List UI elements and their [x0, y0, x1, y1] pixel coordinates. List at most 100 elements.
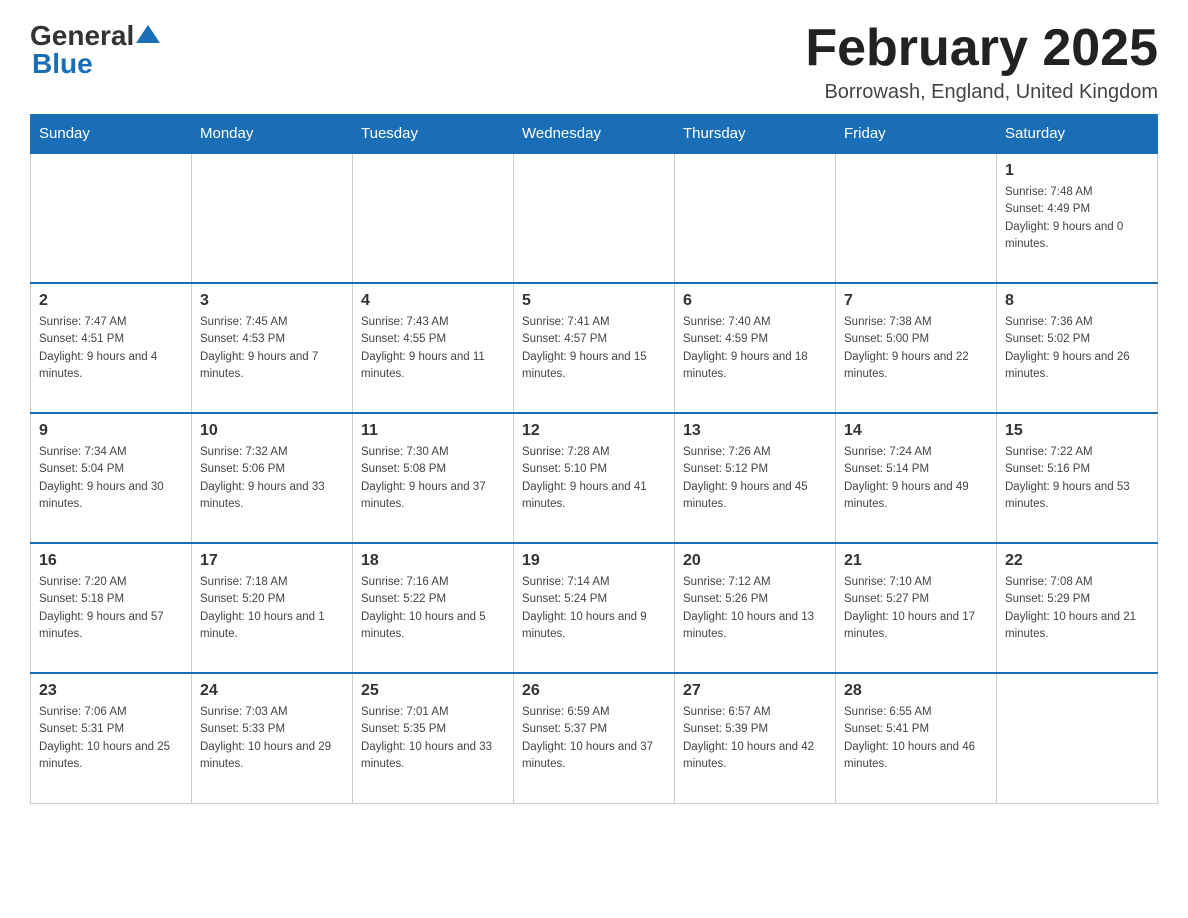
day-number: 3	[200, 292, 344, 310]
day-info: Sunrise: 7:26 AM Sunset: 5:12 PM Dayligh…	[683, 444, 827, 513]
day-info: Sunrise: 7:47 AM Sunset: 4:51 PM Dayligh…	[39, 314, 183, 383]
day-number: 11	[361, 422, 505, 440]
day-info: Sunrise: 7:18 AM Sunset: 5:20 PM Dayligh…	[200, 574, 344, 643]
location-text: Borrowash, England, United Kingdom	[805, 81, 1158, 104]
header-day-wednesday: Wednesday	[514, 115, 675, 154]
day-info: Sunrise: 7:16 AM Sunset: 5:22 PM Dayligh…	[361, 574, 505, 643]
day-number: 19	[522, 552, 666, 570]
calendar-header-row: SundayMondayTuesdayWednesdayThursdayFrid…	[31, 115, 1158, 154]
calendar-cell: 16 Sunrise: 7:20 AM Sunset: 5:18 PM Dayli…	[31, 543, 192, 673]
day-info: Sunrise: 7:10 AM Sunset: 5:27 PM Dayligh…	[844, 574, 988, 643]
logo-triangle-icon	[136, 25, 160, 43]
day-number: 8	[1005, 292, 1149, 310]
day-info: Sunrise: 7:40 AM Sunset: 4:59 PM Dayligh…	[683, 314, 827, 383]
calendar-cell: 9Sunrise: 7:34 AM Sunset: 5:04 PM Daylig…	[31, 413, 192, 543]
day-number: 15	[1005, 422, 1149, 440]
day-info: Sunrise: 7:36 AM Sunset: 5:02 PM Dayligh…	[1005, 314, 1149, 383]
calendar-cell	[31, 153, 192, 283]
header-day-monday: Monday	[192, 115, 353, 154]
calendar-cell: 11 Sunrise: 7:30 AM Sunset: 5:08 PM Dayli…	[353, 413, 514, 543]
day-number: 26	[522, 682, 666, 700]
calendar-week-row: 23 Sunrise: 7:06 AM Sunset: 5:31 PM Dayli…	[31, 673, 1158, 803]
day-number: 6	[683, 292, 827, 310]
day-info: Sunrise: 7:12 AM Sunset: 5:26 PM Dayligh…	[683, 574, 827, 643]
day-info: Sunrise: 7:20 AM Sunset: 5:18 PM Dayligh…	[39, 574, 183, 643]
day-number: 17	[200, 552, 344, 570]
calendar-cell: 28Sunrise: 6:55 AM Sunset: 5:41 PM Dayli…	[836, 673, 997, 803]
calendar-cell: 2 Sunrise: 7:47 AM Sunset: 4:51 PM Daylig…	[31, 283, 192, 413]
page-header: General Blue February 2025 Borrowash, En…	[30, 20, 1158, 104]
calendar-cell	[675, 153, 836, 283]
calendar-cell: 22 Sunrise: 7:08 AM Sunset: 5:29 PM Dayli…	[997, 543, 1158, 673]
day-info: Sunrise: 7:08 AM Sunset: 5:29 PM Dayligh…	[1005, 574, 1149, 643]
calendar-week-row: 1Sunrise: 7:48 AM Sunset: 4:49 PM Daylig…	[31, 153, 1158, 283]
day-info: Sunrise: 6:59 AM Sunset: 5:37 PM Dayligh…	[522, 704, 666, 773]
day-number: 20	[683, 552, 827, 570]
day-info: Sunrise: 7:24 AM Sunset: 5:14 PM Dayligh…	[844, 444, 988, 513]
day-info: Sunrise: 7:06 AM Sunset: 5:31 PM Dayligh…	[39, 704, 183, 773]
calendar-cell: 23 Sunrise: 7:06 AM Sunset: 5:31 PM Dayli…	[31, 673, 192, 803]
day-number: 25	[361, 682, 505, 700]
day-info: Sunrise: 7:22 AM Sunset: 5:16 PM Dayligh…	[1005, 444, 1149, 513]
day-info: Sunrise: 7:14 AM Sunset: 5:24 PM Dayligh…	[522, 574, 666, 643]
day-info: Sunrise: 7:28 AM Sunset: 5:10 PM Dayligh…	[522, 444, 666, 513]
calendar-cell: 19 Sunrise: 7:14 AM Sunset: 5:24 PM Dayli…	[514, 543, 675, 673]
calendar-cell	[997, 673, 1158, 803]
header-day-friday: Friday	[836, 115, 997, 154]
day-info: Sunrise: 7:01 AM Sunset: 5:35 PM Dayligh…	[361, 704, 505, 773]
day-info: Sunrise: 7:41 AM Sunset: 4:57 PM Dayligh…	[522, 314, 666, 383]
calendar-cell: 3 Sunrise: 7:45 AM Sunset: 4:53 PM Daylig…	[192, 283, 353, 413]
day-number: 1	[1005, 162, 1149, 180]
calendar-cell: 15 Sunrise: 7:22 AM Sunset: 5:16 PM Dayli…	[997, 413, 1158, 543]
calendar-cell: 5 Sunrise: 7:41 AM Sunset: 4:57 PM Daylig…	[514, 283, 675, 413]
day-number: 12	[522, 422, 666, 440]
calendar-cell: 14 Sunrise: 7:24 AM Sunset: 5:14 PM Dayli…	[836, 413, 997, 543]
day-number: 24	[200, 682, 344, 700]
calendar-cell: 1Sunrise: 7:48 AM Sunset: 4:49 PM Daylig…	[997, 153, 1158, 283]
calendar-cell: 4 Sunrise: 7:43 AM Sunset: 4:55 PM Daylig…	[353, 283, 514, 413]
calendar-cell	[353, 153, 514, 283]
calendar-cell: 20 Sunrise: 7:12 AM Sunset: 5:26 PM Dayli…	[675, 543, 836, 673]
calendar-table: SundayMondayTuesdayWednesdayThursdayFrid…	[30, 114, 1158, 804]
calendar-cell: 7 Sunrise: 7:38 AM Sunset: 5:00 PM Daylig…	[836, 283, 997, 413]
header-day-saturday: Saturday	[997, 115, 1158, 154]
day-number: 9	[39, 422, 183, 440]
calendar-cell: 21Sunrise: 7:10 AM Sunset: 5:27 PM Dayli…	[836, 543, 997, 673]
day-number: 22	[1005, 552, 1149, 570]
calendar-cell: 17 Sunrise: 7:18 AM Sunset: 5:20 PM Dayli…	[192, 543, 353, 673]
day-number: 10	[200, 422, 344, 440]
day-number: 27	[683, 682, 827, 700]
day-info: Sunrise: 7:32 AM Sunset: 5:06 PM Dayligh…	[200, 444, 344, 513]
calendar-cell: 24 Sunrise: 7:03 AM Sunset: 5:33 PM Dayli…	[192, 673, 353, 803]
day-number: 2	[39, 292, 183, 310]
day-number: 16	[39, 552, 183, 570]
day-number: 5	[522, 292, 666, 310]
calendar-cell: 18 Sunrise: 7:16 AM Sunset: 5:22 PM Dayli…	[353, 543, 514, 673]
title-section: February 2025 Borrowash, England, United…	[805, 20, 1158, 104]
calendar-cell: 25 Sunrise: 7:01 AM Sunset: 5:35 PM Dayli…	[353, 673, 514, 803]
day-number: 18	[361, 552, 505, 570]
calendar-cell: 6 Sunrise: 7:40 AM Sunset: 4:59 PM Daylig…	[675, 283, 836, 413]
day-number: 4	[361, 292, 505, 310]
day-info: Sunrise: 6:57 AM Sunset: 5:39 PM Dayligh…	[683, 704, 827, 773]
day-info: Sunrise: 7:03 AM Sunset: 5:33 PM Dayligh…	[200, 704, 344, 773]
calendar-cell	[836, 153, 997, 283]
day-number: 13	[683, 422, 827, 440]
day-number: 7	[844, 292, 988, 310]
calendar-cell: 26 Sunrise: 6:59 AM Sunset: 5:37 PM Dayli…	[514, 673, 675, 803]
day-info: Sunrise: 7:30 AM Sunset: 5:08 PM Dayligh…	[361, 444, 505, 513]
calendar-week-row: 16 Sunrise: 7:20 AM Sunset: 5:18 PM Dayli…	[31, 543, 1158, 673]
calendar-cell: 13 Sunrise: 7:26 AM Sunset: 5:12 PM Dayli…	[675, 413, 836, 543]
day-number: 23	[39, 682, 183, 700]
calendar-week-row: 9Sunrise: 7:34 AM Sunset: 5:04 PM Daylig…	[31, 413, 1158, 543]
day-number: 14	[844, 422, 988, 440]
month-title: February 2025	[805, 20, 1158, 77]
calendar-cell: 8 Sunrise: 7:36 AM Sunset: 5:02 PM Daylig…	[997, 283, 1158, 413]
calendar-cell: 27 Sunrise: 6:57 AM Sunset: 5:39 PM Dayli…	[675, 673, 836, 803]
day-info: Sunrise: 7:38 AM Sunset: 5:00 PM Dayligh…	[844, 314, 988, 383]
day-info: Sunrise: 7:45 AM Sunset: 4:53 PM Dayligh…	[200, 314, 344, 383]
day-info: Sunrise: 6:55 AM Sunset: 5:41 PM Dayligh…	[844, 704, 988, 773]
day-info: Sunrise: 7:43 AM Sunset: 4:55 PM Dayligh…	[361, 314, 505, 383]
header-day-thursday: Thursday	[675, 115, 836, 154]
calendar-week-row: 2 Sunrise: 7:47 AM Sunset: 4:51 PM Daylig…	[31, 283, 1158, 413]
